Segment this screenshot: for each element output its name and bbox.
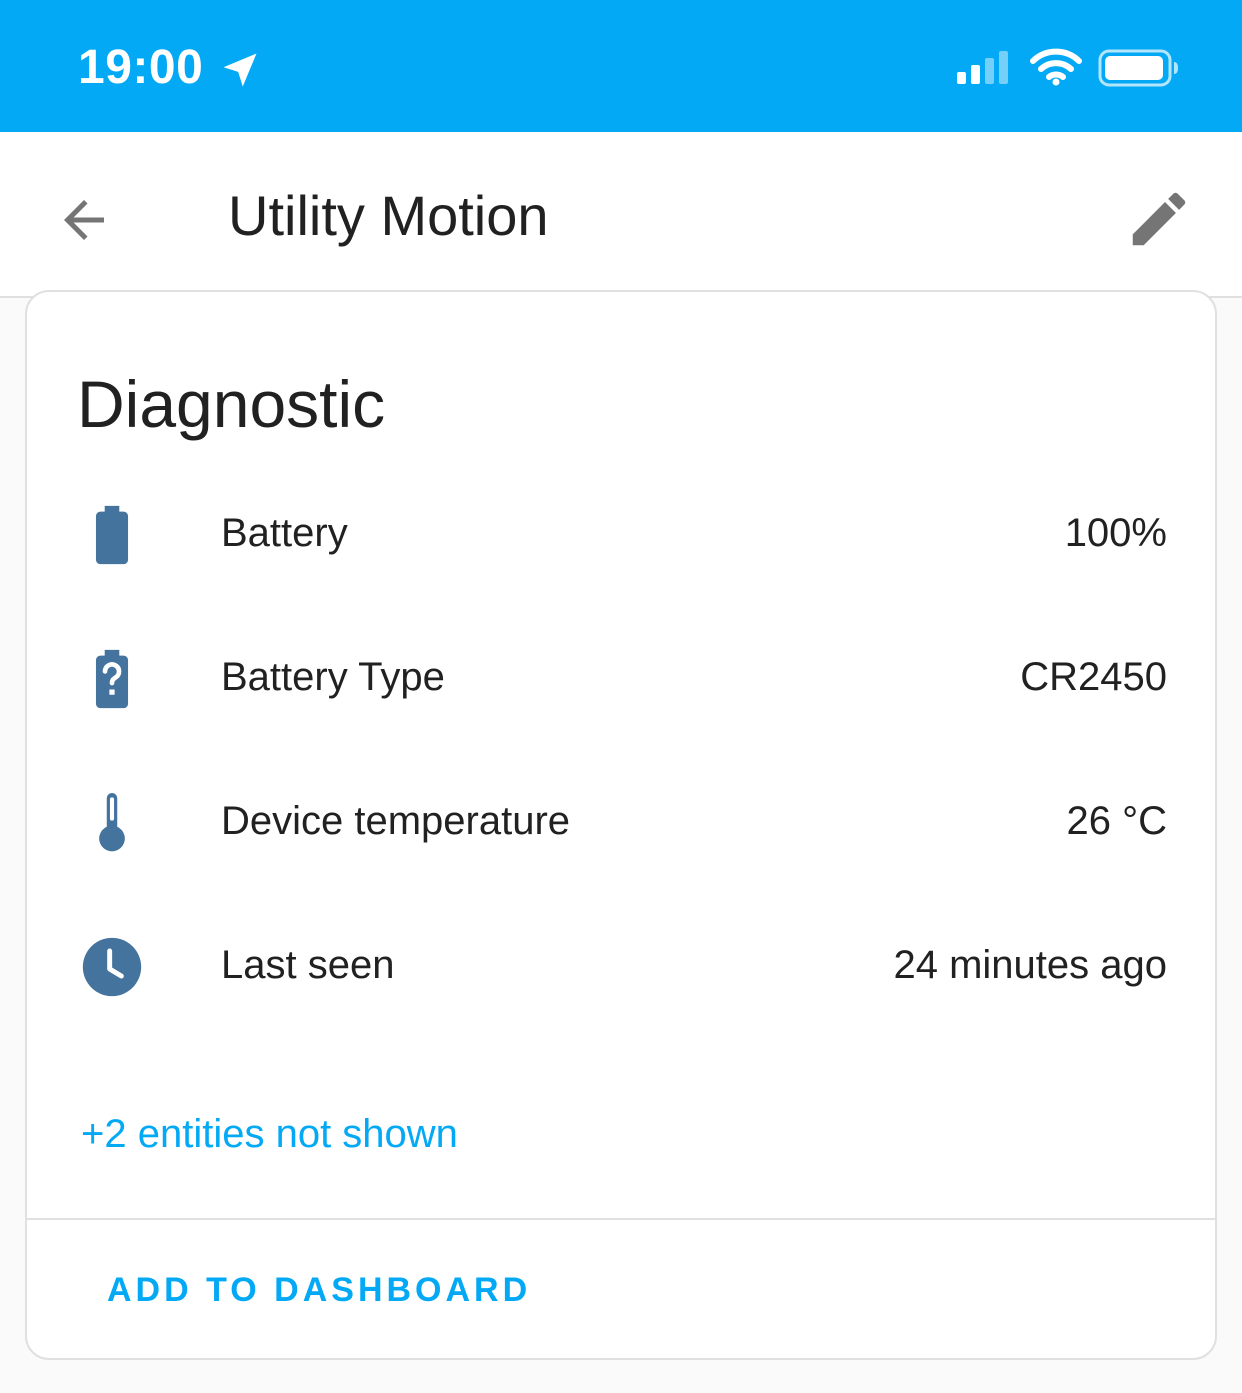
entity-value: CR2450	[1020, 655, 1167, 699]
edit-button[interactable]	[1124, 184, 1194, 254]
thermometer-icon	[99, 792, 125, 852]
hidden-entities-link[interactable]: +2 entities not shown	[81, 1106, 458, 1162]
entity-name: Battery Type	[221, 655, 445, 699]
entity-name: Battery	[221, 511, 348, 555]
pencil-icon	[1132, 192, 1186, 246]
battery-icon	[95, 505, 129, 565]
battery-status-icon	[1098, 49, 1178, 87]
location-arrow-icon	[223, 53, 257, 87]
entity-row-battery[interactable]: Battery 100%	[27, 478, 1215, 588]
entity-row-last-seen[interactable]: Last seen 24 minutes ago	[27, 910, 1215, 1020]
card-actions: ADD TO DASHBOARD	[27, 1218, 1215, 1358]
arrow-left-icon	[64, 200, 104, 240]
back-button[interactable]	[52, 190, 116, 250]
entity-value: 24 minutes ago	[893, 943, 1167, 987]
add-to-dashboard-button[interactable]: ADD TO DASHBOARD	[107, 1270, 531, 1310]
entity-row-battery-type[interactable]: Battery Type CR2450	[27, 622, 1215, 732]
cellular-signal-icon	[957, 51, 1008, 84]
clock-icon	[82, 937, 142, 997]
app-bar: Utility Motion	[0, 132, 1242, 298]
wifi-icon	[1030, 48, 1082, 86]
entity-name: Last seen	[221, 943, 395, 987]
status-time: 19:00	[78, 41, 204, 94]
page-title: Utility Motion	[228, 184, 549, 247]
entity-row-device-temperature[interactable]: Device temperature 26 °C	[27, 766, 1215, 876]
entity-name: Device temperature	[221, 799, 571, 843]
battery-unknown-icon	[95, 649, 129, 709]
entity-value: 26 °C	[1066, 799, 1168, 843]
card-title: Diagnostic	[77, 367, 386, 441]
entity-value: 100%	[1064, 511, 1167, 555]
diagnostic-card: Diagnostic Battery 100% Battery Type CR2…	[25, 290, 1217, 1360]
status-bar: 19:00	[0, 0, 1242, 132]
